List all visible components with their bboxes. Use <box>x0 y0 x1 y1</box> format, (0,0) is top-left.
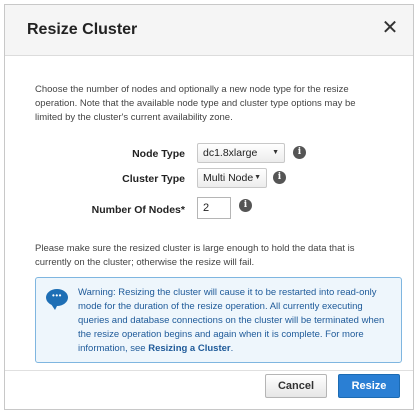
warning-suffix: . <box>230 343 234 354</box>
warning-text: Warning: Resizing the cluster will cause… <box>78 286 394 356</box>
cluster-type-label: Cluster Type <box>122 173 185 185</box>
dialog-title: Resize Cluster <box>27 21 138 38</box>
number-of-nodes-row: Number Of Nodes* i <box>5 197 405 223</box>
number-of-nodes-input[interactable] <box>197 197 231 219</box>
node-type-row: Node Type dc1.8xlarge ▼ i <box>5 143 405 167</box>
intro-text: Choose the number of nodes and optionall… <box>35 84 356 123</box>
resize-cluster-dialog: Resize Cluster ✕ Choose the number of no… <box>4 4 414 410</box>
cluster-type-value: Multi Node <box>203 172 254 184</box>
speech-bubble-icon: ••• <box>46 289 68 310</box>
cluster-type-row: Cluster Type Multi Node ▼ i <box>5 168 405 192</box>
number-of-nodes-label: Number Of Nodes* <box>91 204 185 216</box>
info-icon[interactable]: i <box>239 199 252 212</box>
chevron-down-icon: ▼ <box>254 174 261 181</box>
chevron-down-icon: ▼ <box>272 149 279 156</box>
cancel-button[interactable]: Cancel <box>265 374 327 398</box>
cluster-type-select[interactable]: Multi Node ▼ <box>197 168 267 188</box>
capacity-note: Please make sure the resized cluster is … <box>35 243 355 268</box>
info-icon[interactable]: i <box>293 146 306 159</box>
info-icon[interactable]: i <box>273 171 286 184</box>
node-type-value: dc1.8xlarge <box>203 147 258 159</box>
node-type-select[interactable]: dc1.8xlarge ▼ <box>197 143 285 163</box>
warning-box: ••• Warning: Resizing the cluster will c… <box>35 277 402 363</box>
dialog-header: Resize Cluster ✕ <box>5 5 413 56</box>
node-type-label: Node Type <box>132 148 185 160</box>
resize-button[interactable]: Resize <box>338 374 400 398</box>
close-icon[interactable]: ✕ <box>379 17 401 39</box>
resizing-cluster-link[interactable]: Resizing a Cluster <box>148 343 230 354</box>
